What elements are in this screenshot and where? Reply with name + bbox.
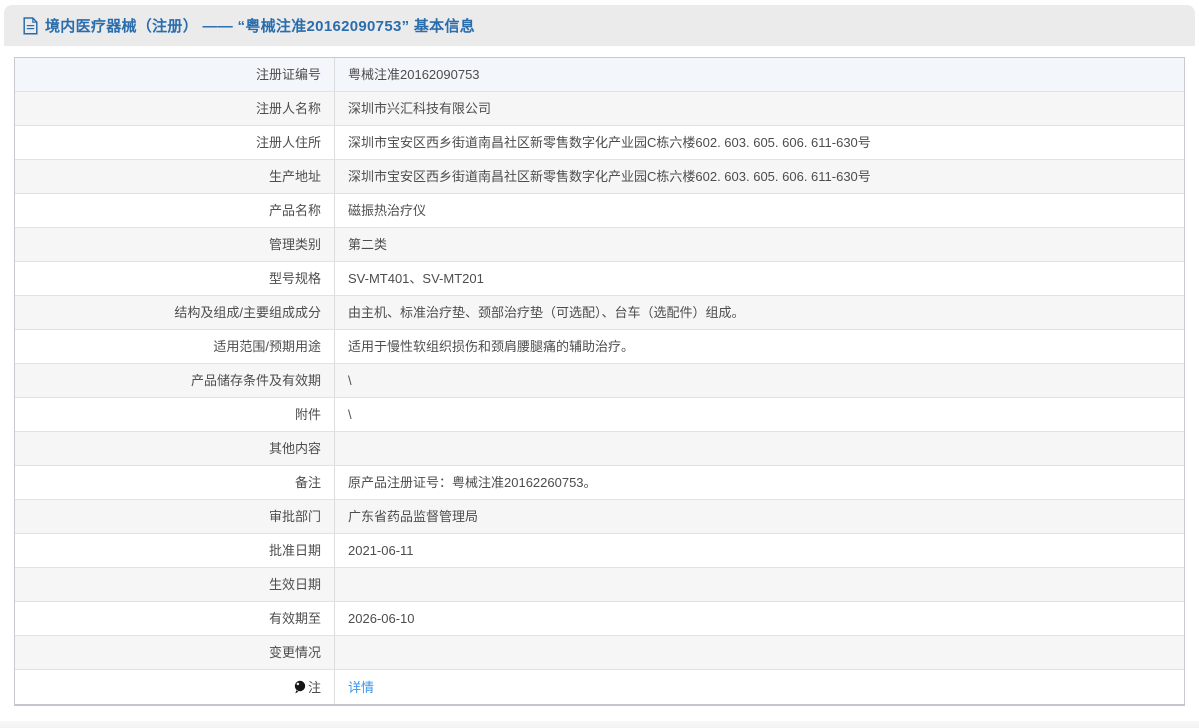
row-label-text: 有效期至: [268, 611, 321, 626]
row-value-text: 第二类: [348, 237, 388, 252]
row-value-text: SV-MT401、SV-MT201: [348, 271, 484, 286]
row-label-text: 生效日期: [268, 577, 321, 592]
row-label: 注册人名称: [15, 92, 335, 125]
row-value: 原产品注册证号：粤械注准20162260753。: [335, 466, 1184, 499]
row-value: 深圳市兴汇科技有限公司: [335, 92, 1184, 125]
row-label: 生产地址: [15, 160, 335, 193]
row-label-text: 生产地址: [268, 169, 321, 184]
row-label: 其他内容: [15, 432, 335, 465]
row-value-text: 深圳市宝安区西乡街道南昌社区新零售数字化产业园C栋六楼602. 603. 605…: [348, 135, 871, 150]
footer-strip: [0, 721, 1199, 728]
table-row: 产品名称 磁振热治疗仪: [15, 194, 1184, 228]
row-value-text: 深圳市宝安区西乡街道南昌社区新零售数字化产业园C栋六楼602. 603. 605…: [348, 169, 871, 184]
row-value-text: 适用于慢性软组织损伤和颈肩腰腿痛的辅助治疗。: [348, 339, 635, 354]
row-label-text: 注册人住所: [255, 135, 321, 150]
row-label-text: 产品储存条件及有效期: [190, 373, 321, 388]
row-label-text: 注: [307, 679, 321, 695]
row-value: 深圳市宝安区西乡街道南昌社区新零售数字化产业园C栋六楼602. 603. 605…: [335, 126, 1184, 159]
row-value-text: 广东省药品监督管理局: [348, 509, 479, 524]
row-value-text: 原产品注册证号：粤械注准20162260753。: [348, 475, 597, 490]
row-label-text: 附件: [294, 407, 321, 422]
row-value: [335, 636, 1184, 669]
row-label: 结构及组成/主要组成成分: [15, 296, 335, 329]
row-label-text: 管理类别: [268, 237, 321, 252]
row-label-text: 注册证编号: [255, 67, 321, 82]
row-value-text: 2021-06-11: [348, 543, 414, 558]
table-row: 产品储存条件及有效期 \: [15, 364, 1184, 398]
row-label: 备注: [15, 466, 335, 499]
row-value: 2026-06-10: [335, 602, 1184, 635]
row-value: 广东省药品监督管理局: [335, 500, 1184, 533]
row-label: 注册证编号: [15, 58, 335, 91]
detail-link[interactable]: 详情: [348, 681, 374, 694]
table-row: 注册证编号 粤械注准20162090753: [15, 58, 1184, 92]
row-label: 审批部门: [15, 500, 335, 533]
row-value: [335, 432, 1184, 465]
row-label: 产品储存条件及有效期: [15, 364, 335, 397]
table-row: 注册人住所 深圳市宝安区西乡街道南昌社区新零售数字化产业园C栋六楼602. 603…: [15, 126, 1184, 160]
table-row: 备注 原产品注册证号：粤械注准20162260753。: [15, 466, 1184, 500]
row-value: \: [335, 364, 1184, 397]
table-row: 附件 \: [15, 398, 1184, 432]
row-label-text: 批准日期: [268, 543, 321, 558]
row-label: 生效日期: [15, 568, 335, 601]
row-value-text: \: [348, 407, 352, 422]
row-label-text: 其他内容: [268, 441, 321, 456]
table-row: 适用范围/预期用途 适用于慢性软组织损伤和颈肩腰腿痛的辅助治疗。: [15, 330, 1184, 364]
row-value-text: 由主机、标准治疗垫、颈部治疗垫（可选配）、台车（选配件）组成。: [348, 305, 745, 320]
table-row: 有效期至 2026-06-10: [15, 602, 1184, 636]
row-value-text: \: [348, 373, 352, 388]
table-row: 生效日期: [15, 568, 1184, 602]
info-table: 注册证编号 粤械注准20162090753 注册人名称 深圳市兴汇科技有限公司注册人住…: [14, 57, 1185, 706]
table-row: 其他内容: [15, 432, 1184, 466]
row-value: 磁振热治疗仪: [335, 194, 1184, 227]
row-value: 第二类: [335, 228, 1184, 261]
table-row: 注册人名称 深圳市兴汇科技有限公司: [15, 92, 1184, 126]
table-row: 生产地址 深圳市宝安区西乡街道南昌社区新零售数字化产业园C栋六楼602. 603.…: [15, 160, 1184, 194]
row-label-text: 结构及组成/主要组成成分: [174, 305, 321, 320]
page-title: 境内医疗器械（注册） —— “粤械注准20162090753” 基本信息: [45, 18, 476, 35]
row-label: 注册人住所: [15, 126, 335, 159]
row-label-text: 备注: [294, 475, 321, 490]
row-label: 有效期至: [15, 602, 335, 635]
title-bar: 境内医疗器械（注册） —— “粤械注准20162090753” 基本信息: [4, 5, 1195, 46]
row-label: 管理类别: [15, 228, 335, 261]
row-label: 附件: [15, 398, 335, 431]
row-value: SV-MT401、SV-MT201: [335, 262, 1184, 295]
document-icon: [23, 16, 38, 35]
main-content: 注册证编号 粤械注准20162090753 注册人名称 深圳市兴汇科技有限公司注册人住…: [0, 46, 1199, 706]
row-value: 由主机、标准治疗垫、颈部治疗垫（可选配）、台车（选配件）组成。: [335, 296, 1184, 329]
row-label: 注: [15, 670, 335, 704]
row-value-text: 粤械注准20162090753: [348, 67, 480, 82]
table-row: 批准日期 2021-06-11: [15, 534, 1184, 568]
row-label-text: 型号规格: [268, 271, 321, 286]
row-label-text: 适用范围/预期用途: [213, 339, 321, 354]
row-label-text: 注册人名称: [255, 101, 321, 116]
balloon-icon: [294, 680, 306, 694]
row-label-text: 审批部门: [268, 509, 321, 524]
table-row: 审批部门 广东省药品监督管理局: [15, 500, 1184, 534]
row-label-text: 变更情况: [268, 645, 321, 660]
row-value: 2021-06-11: [335, 534, 1184, 567]
row-value-text: 磁振热治疗仪: [348, 203, 427, 218]
row-value: 粤械注准20162090753: [335, 58, 1184, 91]
table-row: 变更情况: [15, 636, 1184, 670]
row-value: 适用于慢性软组织损伤和颈肩腰腿痛的辅助治疗。: [335, 330, 1184, 363]
row-value: 深圳市宝安区西乡街道南昌社区新零售数字化产业园C栋六楼602. 603. 605…: [335, 160, 1184, 193]
table-row: 管理类别 第二类: [15, 228, 1184, 262]
row-value: 详情: [335, 670, 1184, 704]
row-label: 变更情况: [15, 636, 335, 669]
table-row: 型号规格 SV-MT401、SV-MT201: [15, 262, 1184, 296]
row-label: 批准日期: [15, 534, 335, 567]
row-label: 产品名称: [15, 194, 335, 227]
row-value-text: 深圳市兴汇科技有限公司: [348, 101, 492, 116]
row-value: \: [335, 398, 1184, 431]
row-value-text: 2026-06-10: [348, 611, 415, 626]
row-label: 适用范围/预期用途: [15, 330, 335, 363]
table-row: 结构及组成/主要组成成分 由主机、标准治疗垫、颈部治疗垫（可选配）、台车（选配件）…: [15, 296, 1184, 330]
table-row: 注 详情: [15, 670, 1184, 704]
row-label-text: 产品名称: [268, 203, 321, 218]
row-value: [335, 568, 1184, 601]
row-label: 型号规格: [15, 262, 335, 295]
